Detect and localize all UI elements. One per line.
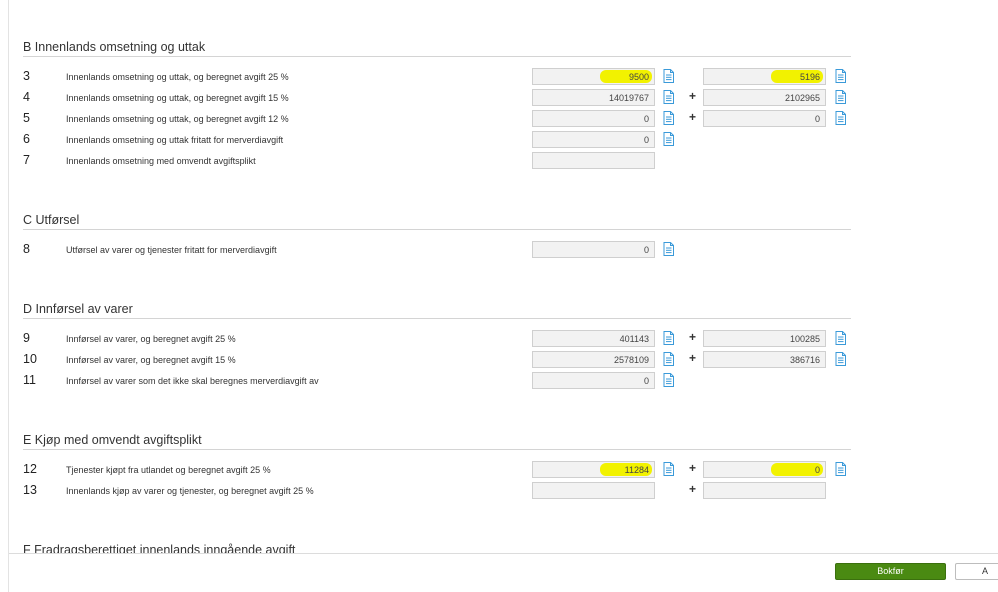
document-icon[interactable] <box>835 352 846 366</box>
basis-field[interactable]: 0 <box>532 372 655 389</box>
basis-field[interactable]: 401143 <box>532 330 655 347</box>
form-row-7: 7 Innenlands omsetning med omvendt avgif… <box>9 152 998 172</box>
section-divider <box>23 229 851 230</box>
tax-field[interactable]: 5196 <box>703 68 826 85</box>
row-number: 13 <box>23 483 37 497</box>
document-icon[interactable] <box>663 373 674 387</box>
basis-field[interactable]: 0 <box>532 241 655 258</box>
document-icon[interactable] <box>835 111 846 125</box>
section-title-f: F Fradragsberettiget innenlands inngåend… <box>23 543 296 553</box>
row-number: 8 <box>23 242 30 256</box>
tax-field[interactable]: 2102965 <box>703 89 826 106</box>
mva-form-content: B Innenlands omsetning og uttak 3 Innenl… <box>9 0 998 553</box>
section-title-b: B Innenlands omsetning og uttak <box>23 40 206 54</box>
document-icon[interactable] <box>835 90 846 104</box>
document-icon[interactable] <box>663 462 674 476</box>
row-number: 9 <box>23 331 30 345</box>
form-row-3: 3 Innenlands omsetning og uttak, og bere… <box>9 68 998 88</box>
row-label: Innenlands omsetning og uttak, og beregn… <box>66 114 289 124</box>
section-title-e: E Kjøp med omvendt avgiftsplikt <box>23 433 202 447</box>
row-label: Innenlands omsetning og uttak, og beregn… <box>66 72 289 82</box>
tax-field[interactable]: 100285 <box>703 330 826 347</box>
row-number: 11 <box>23 373 36 387</box>
row-label: Tjenester kjøpt fra utlandet og beregnet… <box>66 465 271 475</box>
section-title-d: D Innførsel av varer <box>23 302 133 316</box>
document-icon[interactable] <box>663 90 674 104</box>
plus-sign: + <box>689 89 697 103</box>
basis-field[interactable]: 0 <box>532 131 655 148</box>
secondary-button[interactable]: A <box>955 563 998 580</box>
tax-field[interactable] <box>703 482 826 499</box>
row-label: Innenlands kjøp av varer og tjenester, o… <box>66 486 314 496</box>
form-row-12: 12 Tjenester kjøpt fra utlandet og bereg… <box>9 461 998 481</box>
plus-sign: + <box>689 330 697 344</box>
row-label: Innenlands omsetning og uttak fritatt fo… <box>66 135 284 145</box>
row-number: 10 <box>23 352 37 366</box>
document-icon[interactable] <box>835 462 846 476</box>
tax-field[interactable]: 0 <box>703 461 826 478</box>
basis-field[interactable]: 11284 <box>532 461 655 478</box>
plus-sign: + <box>689 482 697 496</box>
basis-field[interactable] <box>532 482 655 499</box>
form-frame: B Innenlands omsetning og uttak 3 Innenl… <box>8 0 998 592</box>
form-row-8: 8 Utførsel av varer og tjenester fritatt… <box>9 241 998 261</box>
plus-sign: + <box>689 461 697 475</box>
form-row-5: 5 Innenlands omsetning og uttak, og bere… <box>9 110 998 130</box>
document-icon[interactable] <box>663 242 674 256</box>
document-icon[interactable] <box>663 132 674 146</box>
document-icon[interactable] <box>835 331 846 345</box>
row-number: 5 <box>23 111 30 125</box>
bokfor-button[interactable]: Bokfør <box>835 563 946 580</box>
basis-field[interactable] <box>532 152 655 169</box>
section-divider <box>23 56 851 57</box>
section-divider <box>23 449 851 450</box>
row-number: 6 <box>23 132 30 146</box>
row-label: Innenlands omsetning og uttak, og beregn… <box>66 93 289 103</box>
row-number: 3 <box>23 69 30 83</box>
action-footer: Bokfør A <box>9 553 998 592</box>
section-divider <box>23 318 851 319</box>
basis-field[interactable]: 0 <box>532 110 655 127</box>
basis-field[interactable]: 2578109 <box>532 351 655 368</box>
row-label: Utførsel av varer og tjenester fritatt f… <box>66 245 277 255</box>
basis-field[interactable]: 9500 <box>532 68 655 85</box>
document-icon[interactable] <box>663 111 674 125</box>
document-icon[interactable] <box>663 331 674 345</box>
document-icon[interactable] <box>663 352 674 366</box>
basis-field[interactable]: 14019767 <box>532 89 655 106</box>
row-label: Innførsel av varer som det ikke skal ber… <box>66 376 319 386</box>
form-row-6: 6 Innenlands omsetning og uttak fritatt … <box>9 131 998 151</box>
row-label: Innførsel av varer, og beregnet avgift 1… <box>66 355 236 365</box>
row-label: Innenlands omsetning med omvendt avgifts… <box>66 156 256 166</box>
tax-field[interactable]: 386716 <box>703 351 826 368</box>
form-row-11: 11 Innførsel av varer som det ikke skal … <box>9 372 998 392</box>
form-row-9: 9 Innførsel av varer, og beregnet avgift… <box>9 330 998 350</box>
plus-sign: + <box>689 351 697 365</box>
section-title-c: C Utførsel <box>23 213 80 227</box>
row-number: 7 <box>23 153 30 167</box>
document-icon[interactable] <box>663 69 674 83</box>
row-number: 4 <box>23 90 30 104</box>
form-row-13: 13 Innenlands kjøp av varer og tjenester… <box>9 482 998 502</box>
document-icon[interactable] <box>835 69 846 83</box>
form-row-10: 10 Innførsel av varer, og beregnet avgif… <box>9 351 998 371</box>
form-row-4: 4 Innenlands omsetning og uttak, og bere… <box>9 89 998 109</box>
row-number: 12 <box>23 462 37 476</box>
tax-field[interactable]: 0 <box>703 110 826 127</box>
row-label: Innførsel av varer, og beregnet avgift 2… <box>66 334 236 344</box>
plus-sign: + <box>689 110 697 124</box>
